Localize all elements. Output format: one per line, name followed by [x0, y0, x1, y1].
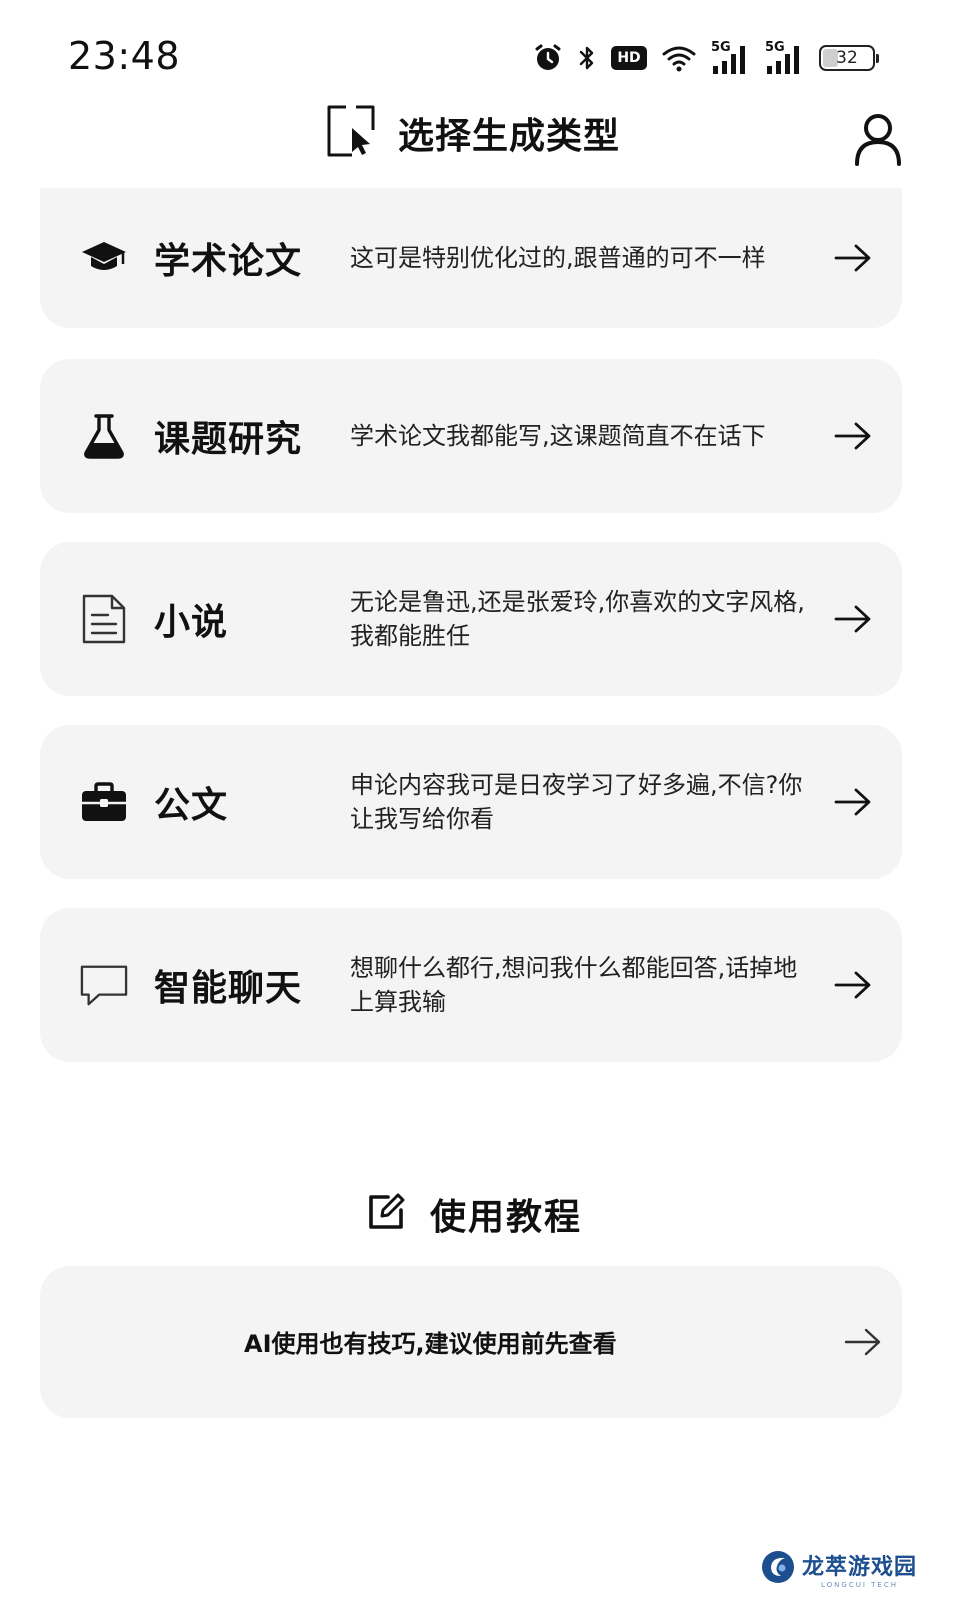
header-title-wrap: 选择生成类型	[326, 104, 620, 162]
generation-type-list: 学术论文 这可是特别优化过的,跟普通的可不一样 课题研究 学术论文我都能写,这课…	[40, 188, 902, 1091]
watermark-logo-icon	[760, 1549, 796, 1589]
card-title: 公文	[154, 785, 229, 826]
card-smart-chat[interactable]: 智能聊天 想聊什么都行,想问我什么都能回答,话掉地上算我输	[40, 908, 902, 1062]
watermark-text: 龙萃游戏园 LONGCUI TECH	[802, 1549, 917, 1589]
user-profile-icon[interactable]	[853, 112, 903, 166]
arrow-right-icon	[834, 787, 872, 817]
arrow-right-icon	[834, 421, 872, 451]
pointer-select-icon	[326, 104, 376, 162]
arrow-right-icon	[844, 1327, 882, 1357]
briefcase-icon	[80, 778, 128, 826]
watermark: 龙萃游戏园 LONGCUI TECH	[760, 1549, 917, 1589]
flask-icon	[80, 412, 128, 460]
card-title: 课题研究	[154, 419, 303, 460]
tutorial-heading: 使用教程	[366, 1188, 582, 1240]
card-novel[interactable]: 小说 无论是鲁迅,还是张爱玲,你喜欢的文字风格,我都能胜任	[40, 542, 902, 696]
card-official-document[interactable]: 公文 申论内容我可是日夜学习了好多遍,不信?你让我写给你看	[40, 725, 902, 879]
arrow-right-icon	[834, 604, 872, 634]
document-icon	[80, 594, 128, 644]
status-bar: 23:48 HD 5G 5G 32	[0, 0, 959, 100]
battery-indicator: 32	[819, 45, 879, 71]
alarm-icon	[533, 43, 563, 73]
watermark-subtitle: LONGCUI TECH	[821, 1581, 898, 1589]
tutorial-card-text: AI使用也有技巧,建议使用前先查看	[244, 1330, 617, 1358]
battery-text: 32	[836, 48, 858, 68]
graduation-cap-icon	[80, 234, 128, 282]
chat-bubble-icon	[80, 961, 128, 1009]
watermark-name: 龙萃游戏园	[801, 1555, 917, 1580]
card-description: 学术论文我都能写,这课题简直不在话下	[350, 422, 766, 450]
card-description: 申论内容我可是日夜学习了好多遍,不信?你让我写给你看	[350, 771, 803, 833]
card-description: 这可是特别优化过的,跟普通的可不一样	[350, 244, 766, 272]
card-title: 智能聊天	[154, 968, 303, 1009]
signal-icon-2: 5G	[765, 40, 805, 74]
bluetooth-icon	[577, 43, 597, 73]
hd-icon: HD	[611, 46, 647, 70]
tutorial-title: 使用教程	[430, 1197, 583, 1238]
header: 选择生成类型	[0, 100, 959, 190]
card-academic-paper[interactable]: 学术论文 这可是特别优化过的,跟普通的可不一样	[40, 188, 902, 328]
arrow-right-icon	[834, 243, 872, 273]
tutorial-card[interactable]: AI使用也有技巧,建议使用前先查看	[40, 1266, 902, 1418]
arrow-right-icon	[834, 970, 872, 1000]
status-icons: HD 5G 5G 32	[533, 38, 879, 78]
status-time: 23:48	[68, 34, 181, 78]
card-description: 无论是鲁迅,还是张爱玲,你喜欢的文字风格,我都能胜任	[350, 588, 805, 650]
card-description: 想聊什么都行,想问我什么都能回答,话掉地上算我输	[350, 954, 798, 1016]
page-title: 选择生成类型	[398, 116, 621, 157]
card-research-topic[interactable]: 课题研究 学术论文我都能写,这课题简直不在话下	[40, 359, 902, 513]
edit-icon	[366, 1192, 406, 1236]
card-title: 学术论文	[154, 241, 303, 282]
wifi-icon	[661, 43, 697, 73]
signal-icon-1: 5G	[711, 40, 751, 74]
card-title: 小说	[154, 602, 229, 643]
